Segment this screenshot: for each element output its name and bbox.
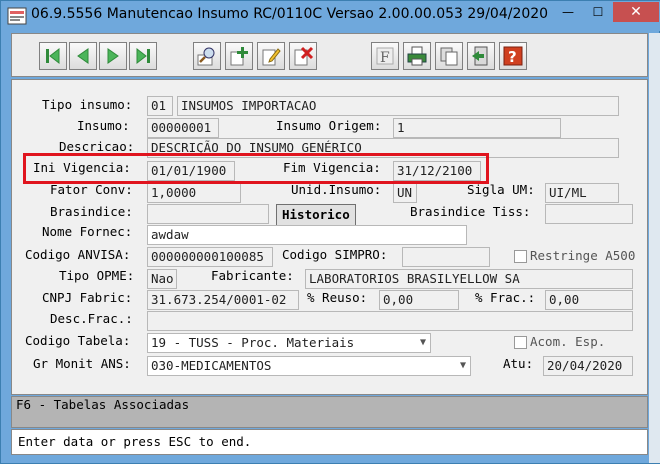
form-panel: Tipo insumo: 01 INSUMOS IMPORTACAO Insum…: [11, 79, 648, 395]
unid-insumo-field[interactable]: UN: [393, 183, 417, 203]
desc-frac-label: Desc.Frac.:: [50, 311, 133, 326]
acom-esp-label: Acom. Esp.: [530, 334, 606, 349]
copy-icon: [440, 47, 458, 66]
brasindice-tiss-field[interactable]: [545, 204, 633, 224]
background-window-edge: [649, 33, 660, 463]
printer-icon: [407, 46, 427, 66]
codigo-anvisa-field[interactable]: 000000000100085: [147, 247, 273, 267]
function-key-bar: F6 - Tabelas Associadas: [11, 396, 648, 428]
add-button[interactable]: [225, 42, 253, 70]
cnpj-fabric-label: CNPJ Fabric:: [42, 290, 133, 305]
tipo-opme-label: Tipo OPME:: [59, 268, 135, 283]
previous-record-icon: [77, 48, 89, 64]
exit-door-icon: [472, 46, 488, 66]
atu-label: Atu:: [503, 356, 534, 371]
pct-reuso-field[interactable]: 0,00: [379, 290, 459, 310]
next-record-icon: [107, 48, 119, 64]
font-button[interactable]: F: [371, 42, 399, 70]
svg-text:F: F: [380, 50, 390, 66]
gr-monit-ans-value: 030-MEDICAMENTOS: [151, 358, 272, 373]
desc-frac-field[interactable]: [147, 311, 633, 331]
last-record-icon: [136, 47, 150, 65]
close-button[interactable]: ✕: [613, 2, 659, 22]
highlight-box: [23, 153, 489, 184]
svg-text:?: ?: [508, 48, 517, 66]
tipo-insumo-label: Tipo insumo:: [42, 97, 133, 112]
chevron-down-icon: ▼: [459, 360, 466, 371]
toolbar: F ?: [11, 33, 648, 77]
fabricante-label: Fabricante:: [211, 268, 294, 283]
delete-button[interactable]: [289, 42, 317, 70]
brasindice-label: Brasindice:: [50, 204, 133, 219]
codigo-tabela-label: Codigo Tabela:: [25, 333, 131, 348]
codigo-anvisa-label: Codigo ANVISA:: [25, 247, 131, 262]
previous-record-button[interactable]: [69, 42, 97, 70]
fator-conv-field[interactable]: 1,0000: [147, 183, 241, 203]
edit-button[interactable]: [257, 42, 285, 70]
first-record-icon: [46, 47, 60, 65]
insumo-field[interactable]: 00000001: [147, 118, 219, 138]
app-window: 06.9.5556 Manutencao Insumo RC/0110C Ver…: [0, 0, 660, 464]
gr-monit-ans-label: Gr Monit ANS:: [33, 356, 131, 371]
search-button[interactable]: [193, 42, 221, 70]
codigo-simpro-label: Codigo SIMPRO:: [282, 247, 388, 262]
codigo-tabela-select[interactable]: 19 - TUSS - Proc. Materiais ▼: [147, 333, 431, 353]
chevron-down-icon: ▼: [419, 337, 426, 348]
atu-field[interactable]: 20/04/2020: [543, 356, 633, 376]
pct-frac-label: % Frac.:: [475, 290, 536, 305]
minimize-button[interactable]: —: [553, 2, 583, 22]
message-text: Enter data or press ESC to end.: [18, 434, 252, 449]
codigo-simpro-field[interactable]: [402, 247, 490, 267]
sigla-um-field[interactable]: UI/ML: [545, 183, 619, 203]
first-record-button[interactable]: [39, 42, 67, 70]
insumo-label: Insumo:: [77, 118, 130, 133]
magnifier-icon: [197, 47, 215, 66]
nome-fornec-label: Nome Fornec:: [42, 224, 133, 239]
last-record-button[interactable]: [129, 42, 157, 70]
acom-esp-checkbox[interactable]: [514, 336, 527, 349]
brasindice-tiss-label: Brasindice Tiss:: [410, 204, 531, 219]
print-button[interactable]: [403, 42, 431, 70]
next-record-button[interactable]: [99, 42, 127, 70]
tipo-insumo-desc-field[interactable]: INSUMOS IMPORTACAO: [177, 96, 619, 116]
app-icon: [7, 7, 27, 25]
add-icon: [230, 47, 248, 66]
codigo-tabela-value: 19 - TUSS - Proc. Materiais: [151, 335, 355, 350]
nome-fornec-field[interactable]: awdaw: [147, 225, 467, 245]
help-icon: ?: [503, 46, 523, 66]
pct-frac-field[interactable]: 0,00: [545, 290, 633, 310]
window-title: 06.9.5556 Manutencao Insumo RC/0110C Ver…: [31, 6, 551, 22]
title-bar[interactable]: 06.9.5556 Manutencao Insumo RC/0110C Ver…: [1, 1, 660, 31]
cnpj-fabric-field[interactable]: 31.673.254/0001-02: [147, 290, 299, 310]
copy-button[interactable]: [435, 42, 463, 70]
historico-button[interactable]: Historico: [276, 204, 356, 226]
maximize-button[interactable]: ☐: [583, 2, 613, 22]
exit-button[interactable]: [467, 42, 495, 70]
tipo-opme-field[interactable]: Nao: [147, 269, 177, 289]
delete-icon: [294, 46, 314, 66]
font-icon: F: [376, 47, 394, 66]
edit-icon: [262, 48, 281, 66]
fabricante-field[interactable]: LABORATORIOS BRASILYELLOW SA: [305, 269, 633, 289]
insumo-origem-field[interactable]: 1: [393, 118, 561, 138]
help-button[interactable]: ?: [499, 42, 527, 70]
restringe-a500-checkbox[interactable]: [514, 250, 527, 263]
function-key-hint: F6 - Tabelas Associadas: [16, 397, 190, 412]
message-bar: Enter data or press ESC to end.: [11, 429, 648, 455]
tipo-insumo-code-field[interactable]: 01: [147, 96, 173, 116]
brasindice-field[interactable]: [147, 204, 269, 224]
pct-reuso-label: % Reuso:: [307, 290, 368, 305]
gr-monit-ans-select[interactable]: 030-MEDICAMENTOS ▼: [147, 356, 471, 376]
insumo-origem-label: Insumo Origem:: [276, 118, 382, 133]
restringe-a500-label: Restringe A500: [530, 248, 636, 263]
